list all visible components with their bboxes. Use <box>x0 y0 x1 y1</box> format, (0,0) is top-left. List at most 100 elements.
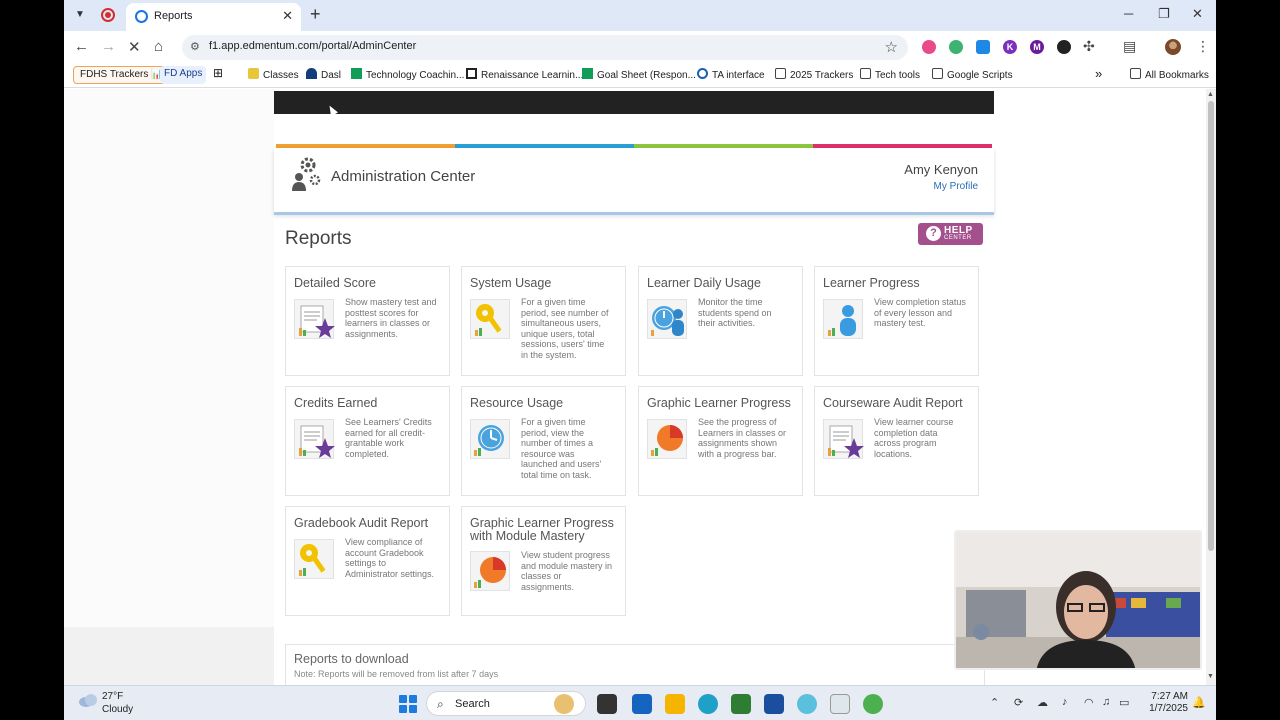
bookmark-classes[interactable]: Classes <box>248 68 299 81</box>
recording-icon[interactable] <box>101 8 115 22</box>
all-bookmarks[interactable]: All Bookmarks <box>1130 68 1209 81</box>
extension-k-icon[interactable]: K <box>1003 40 1017 54</box>
site-info-icon[interactable]: ⚙ <box>190 40 200 53</box>
my-profile-link[interactable]: My Profile <box>934 181 978 192</box>
forward-icon[interactable]: → <box>101 38 116 55</box>
bookmark-renaissance[interactable]: Renaissance Learnin... <box>466 68 583 81</box>
wifi-icon[interactable]: ◠ <box>1084 696 1094 709</box>
bookmark-technology-coaching[interactable]: Technology Coachin... <box>351 68 464 81</box>
apps-grid-icon[interactable]: ⊞ <box>213 66 223 80</box>
bookmark-fdhs-trackers[interactable]: FDHS Trackers 📊 <box>73 66 171 84</box>
sheets-icon <box>582 68 593 79</box>
tab-close-icon[interactable]: ✕ <box>282 8 293 24</box>
app-circle-icon[interactable] <box>797 694 817 714</box>
bookmark-ta-interface[interactable]: TA interface <box>697 68 765 81</box>
report-card-learner-progress[interactable]: Learner Progress View completion status … <box>814 266 979 376</box>
report-card-description: View learner course completion data acro… <box>874 417 954 459</box>
profile-avatar[interactable] <box>1165 39 1181 55</box>
report-card-description: For a given time period, see number of s… <box>521 297 609 360</box>
menu-kebab-icon[interactable]: ⋮ <box>1196 38 1210 55</box>
help-center-button[interactable]: ? HELP CENTER <box>918 223 983 245</box>
key-icon <box>470 299 510 339</box>
learner-icon <box>823 299 863 339</box>
folder-icon <box>775 68 786 79</box>
left-gutter <box>64 89 274 629</box>
key-icon <box>294 539 334 579</box>
stop-icon[interactable]: ✕ <box>128 38 141 56</box>
tray-chevron-icon[interactable]: ⌃ <box>990 696 999 709</box>
l-app-icon[interactable] <box>764 694 784 714</box>
extension-m-icon[interactable]: M <box>1030 40 1044 54</box>
bookmark-dasl[interactable]: Dasl <box>306 68 341 81</box>
tab-search-icon[interactable]: ▼ <box>71 6 89 24</box>
report-card-graphic-learner-progress[interactable]: Graphic Learner Progress See the progres… <box>638 386 803 496</box>
more-bookmarks-icon[interactable]: » <box>1095 66 1102 81</box>
microphone-icon[interactable]: ♪ <box>1062 696 1068 708</box>
taskbar-clock[interactable]: 7:27 AM 1/7/2025 <box>1128 691 1188 715</box>
volume-icon[interactable]: ♫ <box>1102 696 1110 708</box>
scroll-up-icon[interactable]: ▲ <box>1207 91 1214 98</box>
bookmark-2025-trackers[interactable]: 2025 Trackers <box>775 68 853 81</box>
store-icon[interactable] <box>731 694 751 714</box>
back-icon[interactable]: ← <box>74 38 89 55</box>
bookmark-goal-sheet[interactable]: Goal Sheet (Respon... <box>582 68 696 81</box>
sync-icon[interactable]: ⟳ <box>1014 696 1023 709</box>
cloud-sync-icon[interactable]: ☁ <box>1037 696 1048 709</box>
bookmark-google-scripts[interactable]: Google Scripts <box>932 68 1013 81</box>
folder-icon <box>860 68 871 79</box>
clock-icon <box>470 419 510 459</box>
report-card-learner-daily-usage[interactable]: Learner Daily Usage Monitor the time stu… <box>638 266 803 376</box>
tab-reports[interactable]: Reports ✕ <box>126 3 301 31</box>
pie-chart-icon <box>647 419 687 459</box>
bookmark-star-icon[interactable]: ☆ <box>885 38 898 56</box>
bookmark-fd-apps[interactable]: FD Apps <box>160 66 207 84</box>
task-view-icon[interactable] <box>597 694 617 714</box>
report-card-credits-earned[interactable]: Credits Earned See Learners' Credits ear… <box>285 386 450 496</box>
report-card-system-usage[interactable]: System Usage For a given time period, se… <box>461 266 626 376</box>
extension-3-icon[interactable] <box>976 40 990 54</box>
report-card-title: Learner Progress <box>823 276 920 290</box>
new-tab-icon[interactable]: + <box>310 4 321 25</box>
notification-bell-icon[interactable]: 🔔 <box>1192 696 1206 709</box>
admin-gear-person-icon <box>292 157 321 191</box>
report-card-title: System Usage <box>470 276 552 290</box>
windows-start-icon[interactable] <box>399 695 417 713</box>
report-card-courseware-audit[interactable]: Courseware Audit Report View learner cou… <box>814 386 979 496</box>
restore-icon[interactable]: ❐ <box>1158 6 1170 22</box>
report-card-description: View compliance of account Gradebook set… <box>345 537 435 579</box>
webcam-overlay <box>954 530 1202 670</box>
close-window-icon[interactable]: ✕ <box>1192 6 1203 22</box>
report-card-detailed-score[interactable]: Detailed Score Show mastery test and pos… <box>285 266 450 376</box>
report-card-description: View completion status of every lesson a… <box>874 297 966 328</box>
pie-chart-icon <box>470 551 510 591</box>
report-card-description: Monitor the time students spend on their… <box>698 297 772 328</box>
side-panel-icon[interactable]: ▤ <box>1123 38 1136 55</box>
weather-widget[interactable] <box>78 692 98 713</box>
report-card-gradebook-audit[interactable]: Gradebook Audit Report View compliance o… <box>285 506 450 616</box>
bookmarks-bar: FDHS Trackers 📊 FD Apps ⊞ Classes Dasl T… <box>64 63 1216 88</box>
chrome-icon[interactable] <box>863 694 883 714</box>
extensions-puzzle-icon[interactable]: ✣ <box>1083 38 1095 55</box>
snipping-tool-icon[interactable] <box>830 694 850 714</box>
report-card-graphic-learner-progress-module[interactable]: Graphic Learner Progress with Module Mas… <box>461 506 626 616</box>
screen: ▼ Reports ✕ + ─ ❐ ✕ ← → ✕ ⌂ ⚙ f1.app.edm… <box>64 0 1216 720</box>
address-bar[interactable]: ⚙ f1.app.edmentum.com/portal/AdminCenter… <box>182 35 908 60</box>
page-scrollbar[interactable]: ▲ ▼ <box>1206 89 1216 685</box>
file-explorer-icon[interactable] <box>665 694 685 714</box>
report-card-title: Graphic Learner Progress with Module Mas… <box>470 516 614 543</box>
bookmark-tech-tools[interactable]: Tech tools <box>860 68 920 81</box>
extension-2-icon[interactable] <box>949 40 963 54</box>
scroll-down-icon[interactable]: ▼ <box>1207 673 1214 680</box>
windows-taskbar: 27°F Cloudy ⌕ Search ⌃ ⟳ ☁ ♪ ◠ ♫ ▭ 7:27 … <box>64 685 1216 720</box>
search-highlight-icon[interactable] <box>554 694 574 714</box>
scroll-thumb[interactable] <box>1208 101 1214 551</box>
user-name: Amy Kenyon <box>904 162 978 177</box>
extension-6-icon[interactable] <box>1057 40 1071 54</box>
report-card-resource-usage[interactable]: Resource Usage For a given time period, … <box>461 386 626 496</box>
edge-icon[interactable] <box>698 694 718 714</box>
home-icon[interactable]: ⌂ <box>154 38 163 55</box>
clock-date: 1/7/2025 <box>1149 703 1188 714</box>
outlook-icon[interactable] <box>632 694 652 714</box>
extension-1-icon[interactable] <box>922 40 936 54</box>
minimize-icon[interactable]: ─ <box>1124 6 1133 21</box>
